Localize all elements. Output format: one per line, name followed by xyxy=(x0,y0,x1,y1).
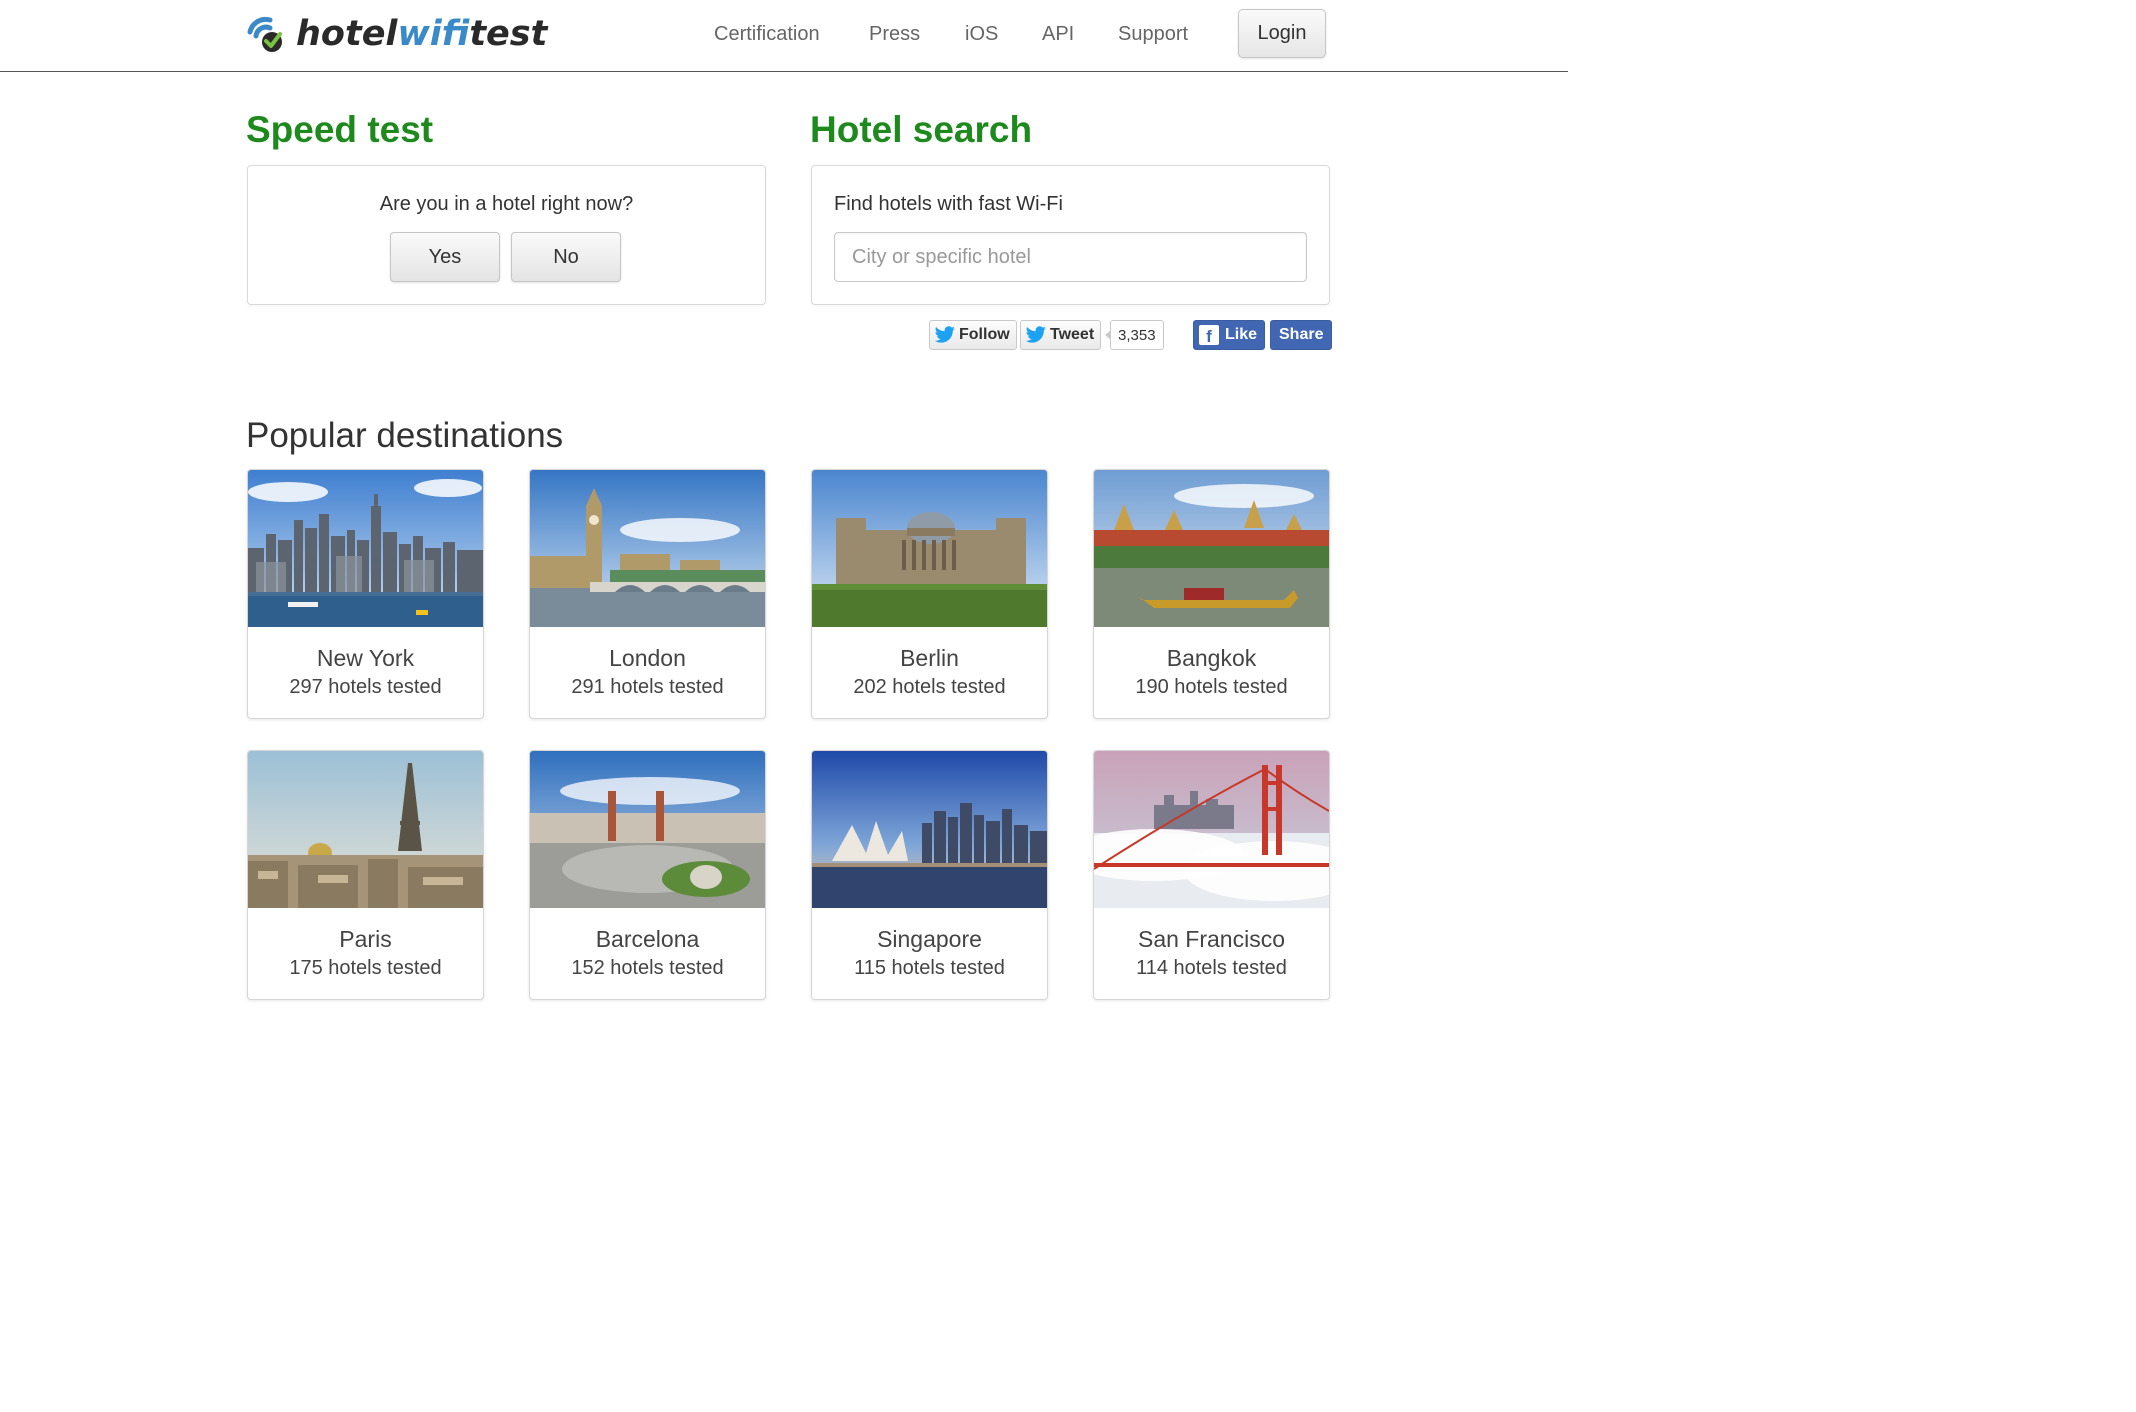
destination-name: Bangkok xyxy=(1166,645,1257,671)
destination-name: New York xyxy=(316,645,415,671)
destination-card-bangkok[interactable]: Bangkok 190 hotels tested xyxy=(1093,469,1330,719)
twitter-bird-icon xyxy=(1025,326,1046,343)
destination-name: London xyxy=(609,645,686,671)
site-logo[interactable]: hotelwifitest xyxy=(246,14,547,54)
hotel-search-heading: Hotel search xyxy=(810,109,1033,150)
wifi-check-icon xyxy=(247,16,282,52)
follow-label: Follow xyxy=(959,326,1010,343)
facebook-like-button[interactable]: f Like xyxy=(1193,320,1266,350)
speed-test-panel: Are you in a hotel right now? xyxy=(247,165,766,305)
london-photo xyxy=(530,470,765,627)
nav-support[interactable]: Support xyxy=(1118,20,1188,48)
hotel-question: Are you in a hotel right now? xyxy=(379,193,634,215)
no-button[interactable]: No xyxy=(511,232,621,282)
nav-api[interactable]: API xyxy=(1042,20,1074,48)
top-navigation-bar: hotelwifitest Certification Press iOS AP… xyxy=(0,0,1568,72)
destination-name: Paris xyxy=(339,926,392,952)
tweet-button[interactable]: Tweet xyxy=(1020,320,1102,350)
hotels-tested-count: 190 hotels tested xyxy=(1135,676,1288,698)
destination-name: Singapore xyxy=(877,926,982,952)
destination-card-london[interactable]: London 291 hotels tested xyxy=(529,469,766,719)
destination-card-san-francisco[interactable]: San Francisco 114 hotels tested xyxy=(1093,750,1330,1000)
hotels-tested-count: 152 hotels tested xyxy=(571,957,724,979)
barcelona-photo xyxy=(530,751,765,908)
facebook-share-button[interactable]: Share xyxy=(1270,320,1333,350)
hotel-search-prompt: Find hotels with fast Wi-Fi xyxy=(834,193,1063,215)
hotels-tested-count: 114 hotels tested xyxy=(1136,957,1287,979)
destination-card-new-york[interactable]: New York 297 hotels tested xyxy=(247,469,484,719)
tweet-count-badge: 3,353 xyxy=(1105,320,1164,350)
hotels-tested-count: 175 hotels tested xyxy=(289,957,442,979)
destination-name: Barcelona xyxy=(595,926,700,952)
twitter-bird-icon xyxy=(934,326,955,343)
paris-photo xyxy=(248,751,483,908)
hotels-tested-count: 291 hotels tested xyxy=(571,676,724,698)
logo-wordmark: hotelwifitest xyxy=(296,14,548,54)
destination-card-singapore[interactable]: Singapore 115 hotels tested xyxy=(811,750,1048,1000)
destination-name: Berlin xyxy=(900,645,959,671)
tweet-label: Tweet xyxy=(1050,326,1095,343)
destination-card-barcelona[interactable]: Barcelona 152 hotels tested xyxy=(529,750,766,1000)
speed-test-heading: Speed test xyxy=(246,109,434,150)
hotels-tested-count: 202 hotels tested xyxy=(853,676,1006,698)
destination-card-paris[interactable]: Paris 175 hotels tested xyxy=(247,750,484,1000)
like-label: Like xyxy=(1225,326,1258,343)
popular-destinations-heading: Popular destinations xyxy=(246,416,564,455)
new-york-photo xyxy=(248,470,483,627)
twitter-follow-button[interactable]: Follow xyxy=(929,320,1017,350)
hotels-tested-count: 297 hotels tested xyxy=(289,676,442,698)
login-button[interactable]: Login xyxy=(1238,9,1326,58)
singapore-photo xyxy=(812,751,1047,908)
nav-certification[interactable]: Certification xyxy=(714,20,820,48)
nav-ios[interactable]: iOS xyxy=(965,20,998,48)
san-francisco-photo xyxy=(1094,751,1329,908)
facebook-icon: f xyxy=(1199,325,1219,345)
hotel-search-input[interactable] xyxy=(834,232,1307,282)
hotels-tested-count: 115 hotels tested xyxy=(854,957,1005,979)
bangkok-photo xyxy=(1094,470,1329,627)
destination-name: San Francisco xyxy=(1137,926,1285,952)
nav-press[interactable]: Press xyxy=(869,20,920,48)
yes-button[interactable]: Yes xyxy=(390,232,500,282)
berlin-photo xyxy=(812,470,1047,627)
destination-card-berlin[interactable]: Berlin 202 hotels tested xyxy=(811,469,1048,719)
